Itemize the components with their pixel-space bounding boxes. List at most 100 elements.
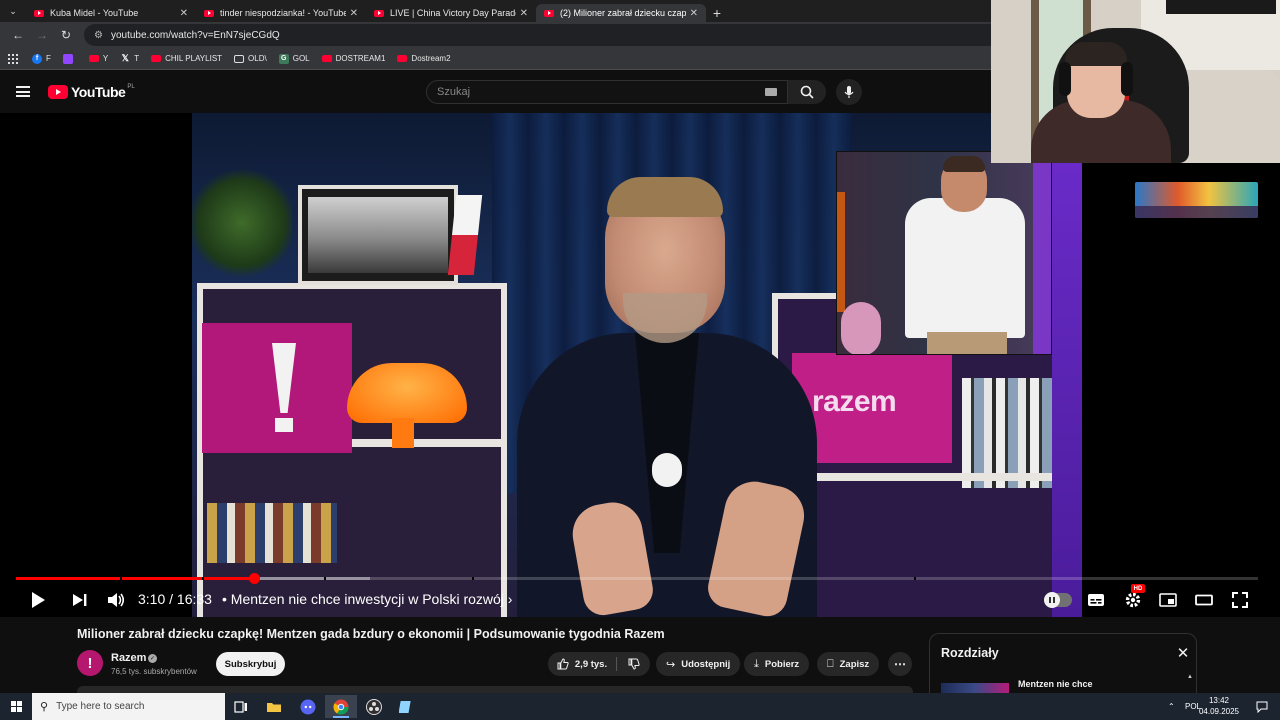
x-icon: 𝕏 <box>121 53 129 63</box>
tab-search-button[interactable]: ⌄ <box>0 0 26 22</box>
subtitles-button[interactable] <box>1082 587 1110 613</box>
task-view-button[interactable] <box>225 695 257 718</box>
play-button[interactable] <box>24 587 52 613</box>
bookmark-facebook[interactable]: f F <box>32 53 51 64</box>
twitch-icon <box>62 53 73 64</box>
bookmark-label: T <box>134 54 140 63</box>
youtube-favicon-icon <box>204 9 214 17</box>
chevron-right-icon: › <box>507 591 513 607</box>
subscribe-button[interactable]: Subskrybuj <box>216 652 285 676</box>
start-button[interactable] <box>0 693 32 720</box>
youtube-icon <box>321 55 332 62</box>
fullscreen-icon <box>1232 592 1248 608</box>
chapter-marker <box>914 577 916 580</box>
chapter-item-title[interactable]: Mentzen nie chce <box>1018 679 1093 689</box>
verified-check-icon: ✓ <box>148 654 157 663</box>
chapter-title-button[interactable]: • Mentzen nie chce inwestycji w Polski r… <box>222 591 512 607</box>
close-chapters-button[interactable]: ✕ <box>1174 644 1192 662</box>
theater-mode-button[interactable] <box>1190 587 1218 613</box>
video-player[interactable]: razem 3:10 / 16:33 • Mentzen nie chce in… <box>0 113 1280 617</box>
new-tab-button[interactable]: + <box>706 4 728 22</box>
reload-icon: ↻ <box>60 28 72 42</box>
fullscreen-button[interactable] <box>1226 587 1254 613</box>
share-button[interactable]: ↪ Udostępnij <box>656 652 741 676</box>
magenta-panel <box>202 323 352 453</box>
search-icon: ⚲ <box>40 701 49 713</box>
gear-icon <box>1125 592 1141 608</box>
apps-grid-icon[interactable] <box>8 53 18 64</box>
taskbar-search-input[interactable]: ⚲ Type here to search <box>32 693 225 720</box>
tab-milioner-active[interactable]: (2) Milioner zabrał dziecku czapkę ✕ <box>536 4 706 22</box>
taskbar-search-placeholder: Type here to search <box>56 701 145 712</box>
bookmark-youtube[interactable]: Y <box>88 54 108 63</box>
file-explorer-button[interactable] <box>258 695 290 718</box>
tab-kuba-midel[interactable]: Kuba Midel - YouTube ✕ <box>26 4 196 22</box>
books-left <box>207 503 337 563</box>
youtube-logo[interactable]: YouTube PL <box>48 84 135 100</box>
windows-taskbar: ⚲ Type here to search ⌃ POL 13:42 04.09.… <box>0 693 1280 720</box>
close-icon[interactable]: ✕ <box>350 8 358 19</box>
streamer-webcam-overlay <box>991 0 1280 163</box>
download-icon: ⤓ <box>754 657 759 670</box>
autoplay-toggle[interactable] <box>1044 592 1072 608</box>
discord-button[interactable] <box>292 695 324 718</box>
close-icon[interactable]: ✕ <box>690 8 698 19</box>
channel-avatar[interactable]: ! <box>77 650 103 676</box>
presenter <box>517 177 817 617</box>
close-icon[interactable]: ✕ <box>520 8 528 19</box>
lamp-base <box>392 418 414 448</box>
volume-button[interactable] <box>102 587 130 613</box>
search-button[interactable] <box>788 80 826 104</box>
url-text: youtube.com/watch?v=EnN7sjeCGdQ <box>110 29 280 41</box>
site-info-icon[interactable]: ⚙ <box>94 30 103 41</box>
scroll-up-icon[interactable]: ▲ <box>1187 674 1193 680</box>
bookmark-twitch[interactable] <box>62 53 77 64</box>
task-view-icon <box>234 700 247 713</box>
theater-mode-icon <box>1195 594 1213 606</box>
bookmark-chil-playlist[interactable]: CHIL PLAYLIST <box>151 54 222 63</box>
chapter-thumbnail[interactable] <box>941 683 1009 693</box>
show-hidden-icons-button[interactable]: ⌃ <box>1168 693 1175 720</box>
taskbar-clock[interactable]: 13:42 04.09.2025 <box>1196 695 1242 717</box>
dislike-button[interactable] <box>617 652 650 676</box>
keyboard-icon[interactable] <box>765 88 777 96</box>
chrome-button[interactable] <box>325 695 357 718</box>
bookmark-x[interactable]: 𝕏 T <box>120 53 140 64</box>
forward-button[interactable]: → <box>30 24 54 46</box>
bookmark-dostream2[interactable]: Dostream2 <box>397 54 451 63</box>
obs-button[interactable] <box>358 695 390 718</box>
more-horizontal-icon: ⋯ <box>894 657 906 671</box>
gol-icon: G <box>278 53 289 64</box>
description-box[interactable] <box>77 686 913 693</box>
more-actions-button[interactable]: ⋯ <box>888 652 912 676</box>
microphone-icon <box>844 86 854 98</box>
download-button[interactable]: ⤓ Pobierz <box>744 652 810 676</box>
channel-name[interactable]: Razem <box>111 652 146 664</box>
bookmark-folder-old[interactable]: OLD\ <box>234 54 267 63</box>
save-button[interactable]: ⎕ Zapisz <box>817 652 880 676</box>
tab-tinder[interactable]: tinder niespodzianka! - YouTube ✕ <box>196 4 366 22</box>
tab-china-parade[interactable]: LIVE | China Victory Day Parade ✕ <box>366 4 536 22</box>
like-count: 2,9 tys. <box>574 658 608 670</box>
bookmark-dostream1[interactable]: DOSTREAM1 <box>321 54 385 63</box>
chapter-marker <box>202 577 204 580</box>
next-button[interactable] <box>66 587 94 613</box>
progress-bar[interactable] <box>16 573 1258 584</box>
close-icon[interactable]: ✕ <box>180 8 188 19</box>
play-icon <box>32 592 45 608</box>
notifications-button[interactable] <box>1256 693 1268 720</box>
bookmark-gol[interactable]: G GOL <box>278 53 310 64</box>
settings-button[interactable]: HD <box>1119 584 1147 613</box>
like-button[interactable]: 2,9 tys. <box>548 652 616 676</box>
app-button[interactable] <box>390 695 422 718</box>
bookmark-label: OLD\ <box>248 54 267 63</box>
menu-icon[interactable] <box>16 86 30 97</box>
volume-icon <box>108 593 125 607</box>
youtube-icon <box>397 55 408 62</box>
miniplayer-icon <box>1159 593 1177 607</box>
back-button[interactable]: ← <box>6 24 30 46</box>
search-input[interactable]: Szukaj <box>426 80 788 104</box>
voice-search-button[interactable] <box>836 79 862 105</box>
reload-button[interactable]: ↻ <box>54 24 78 46</box>
miniplayer-button[interactable] <box>1154 587 1182 613</box>
